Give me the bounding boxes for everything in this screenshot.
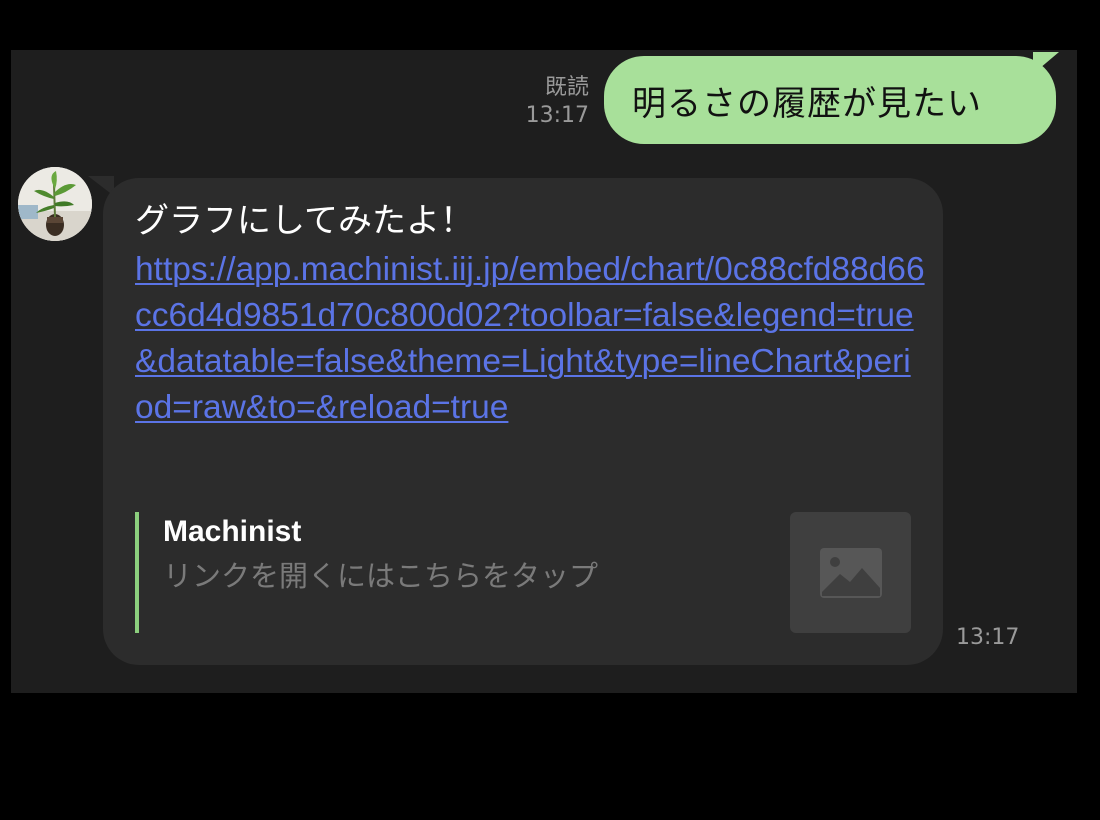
outgoing-time: 13:17 bbox=[525, 103, 589, 128]
image-placeholder-icon bbox=[819, 547, 882, 598]
outgoing-message-text: 明るさの履歴が見たい bbox=[632, 83, 982, 124]
left-edge bbox=[0, 0, 11, 636]
link-preview-thumbnail[interactable] bbox=[790, 512, 911, 633]
chat-screen: 既読 13:17 明るさの履歴が見たい グラフにしてみたよ！ https://a… bbox=[0, 0, 1100, 820]
outgoing-message-bubble[interactable]: 明るさの履歴が見たい bbox=[604, 56, 1056, 144]
incoming-time: 13:17 bbox=[956, 625, 1020, 650]
link-preview-accent-bar bbox=[135, 512, 139, 633]
link-preview-description[interactable]: リンクを開くにはこちらをタップ bbox=[163, 556, 598, 596]
incoming-message-text: グラフにしてみたよ！ bbox=[135, 201, 474, 241]
outgoing-meta: 既読 13:17 bbox=[526, 74, 589, 130]
chart-embed-link[interactable]: https://app.machinist.iij.jp/embed/chart… bbox=[135, 247, 925, 431]
plant-avatar-icon[interactable] bbox=[18, 167, 92, 241]
link-preview-title[interactable]: Machinist bbox=[163, 512, 301, 552]
read-receipt: 既読 bbox=[544, 75, 589, 100]
